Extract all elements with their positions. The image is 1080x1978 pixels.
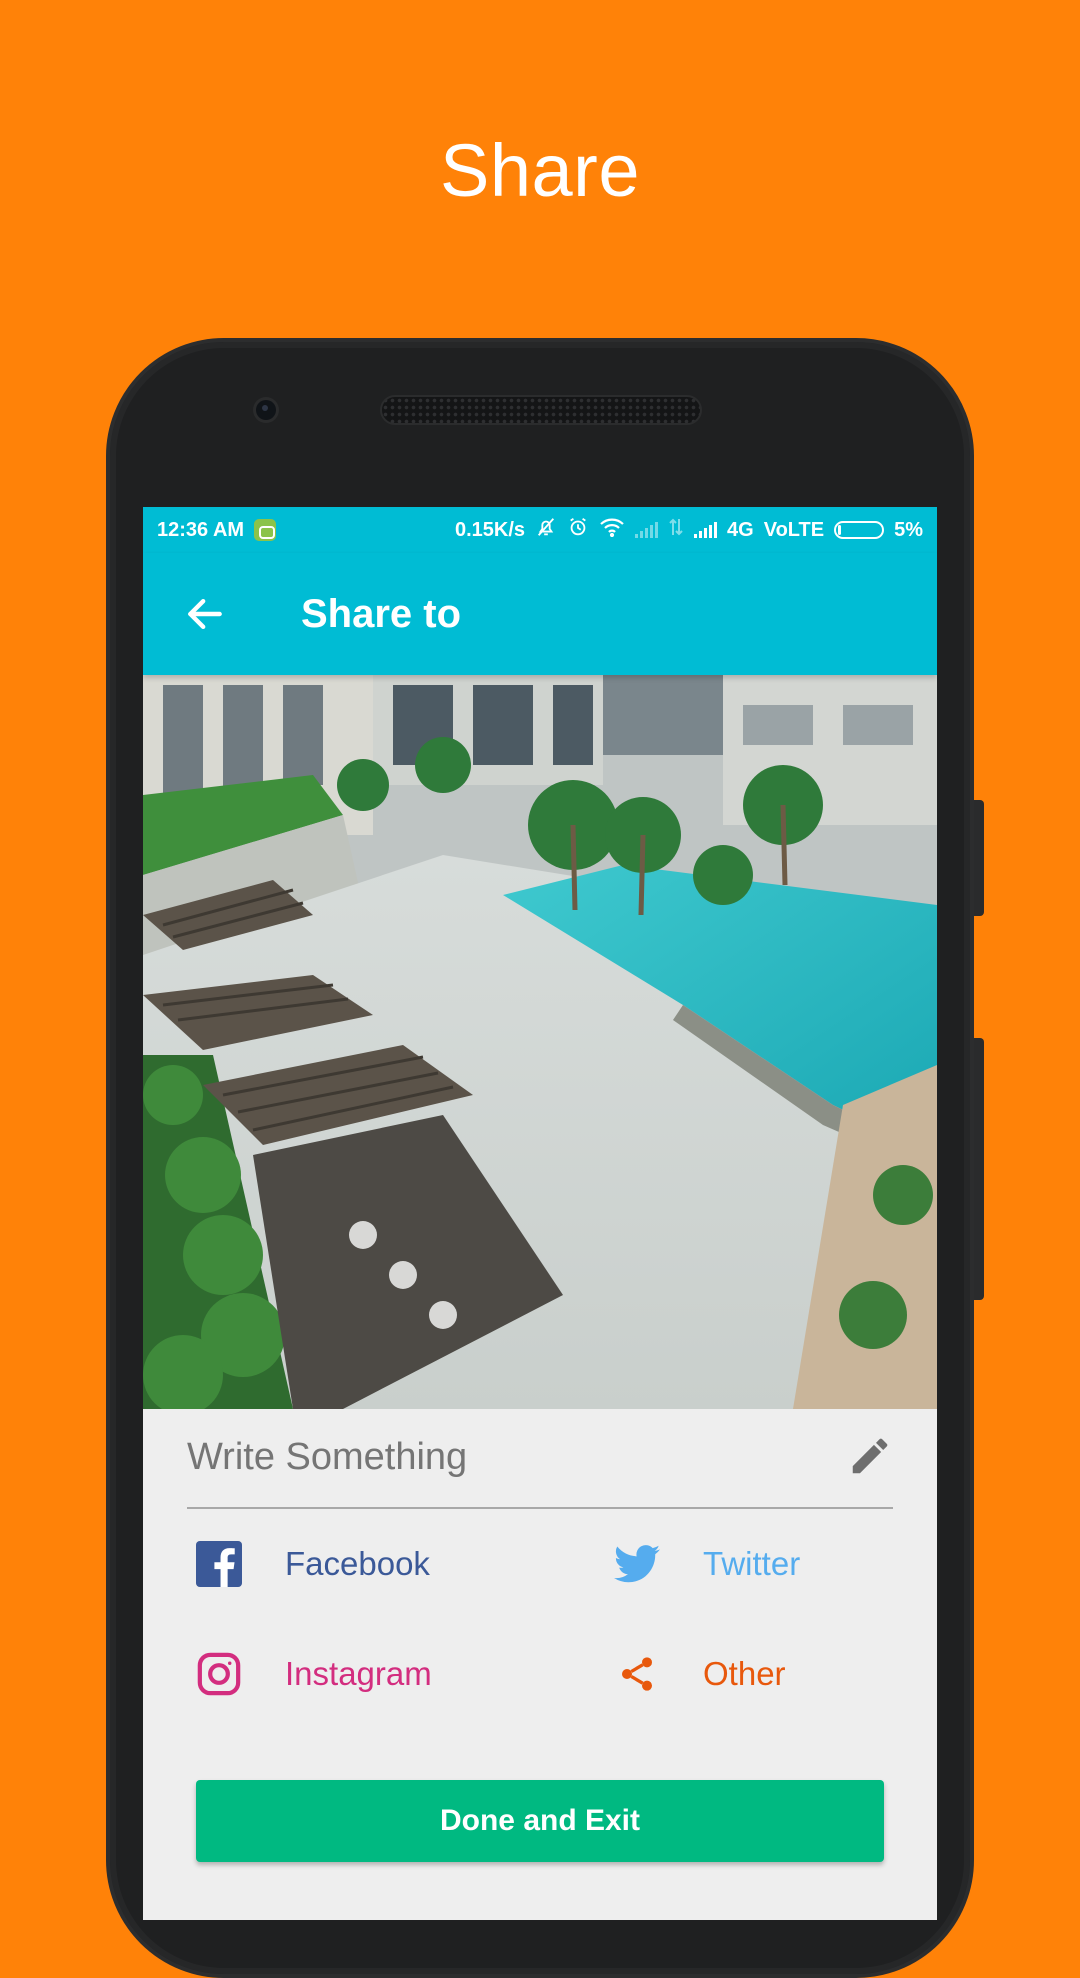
status-time: 12:36 AM <box>157 518 245 541</box>
wifi-icon <box>599 517 625 543</box>
share-option-instagram[interactable]: Instagram <box>195 1642 432 1706</box>
status-speed: 0.15K/s <box>454 518 526 541</box>
status-battery: 5% <box>894 518 923 541</box>
phone-power-button <box>974 800 984 916</box>
share-option-label: Other <box>703 1655 786 1692</box>
status-network: 4G <box>727 518 754 541</box>
caption-row <box>187 1409 893 1509</box>
share-option-facebook[interactable]: Facebook <box>195 1532 430 1596</box>
share-option-twitter[interactable]: Twitter <box>613 1532 800 1596</box>
alarm-icon <box>567 516 589 544</box>
phone-screen: 12:36 AM 0.15K/s 4G VoLTE 5% Share to Wr… <box>143 507 937 1920</box>
phone-front-camera <box>256 400 276 420</box>
bell-off-icon <box>535 516 557 544</box>
app-bar: Share to <box>143 553 937 675</box>
shared-photo <box>143 675 937 1409</box>
done-and-exit-button[interactable]: Done and Exit <box>196 1780 884 1862</box>
battery-icon <box>834 521 885 539</box>
pencil-icon[interactable] <box>847 1433 893 1479</box>
twitter-icon <box>613 1540 661 1588</box>
phone-volume-button <box>974 1038 984 1300</box>
app-bar-title: Share to <box>301 591 462 636</box>
share-icon <box>613 1650 661 1698</box>
status-volte: VoLTE <box>763 518 825 541</box>
arrow-left-icon[interactable] <box>173 582 237 646</box>
caption-input[interactable] <box>187 1427 807 1487</box>
instagram-icon <box>195 1650 243 1698</box>
page-headline: Share <box>440 129 640 212</box>
facebook-icon <box>195 1540 243 1588</box>
signal-icon-sim1 <box>635 522 659 538</box>
share-option-other[interactable]: Other <box>613 1642 786 1706</box>
signal-icon-sim2 <box>694 522 718 538</box>
status-bar: 12:36 AM 0.15K/s 4G VoLTE 5% <box>143 507 937 553</box>
data-arrows-icon <box>668 517 684 543</box>
share-option-label: Twitter <box>703 1545 801 1582</box>
share-option-label: Facebook <box>285 1545 430 1582</box>
share-option-label: Instagram <box>285 1655 432 1692</box>
phone-speaker-grille <box>380 395 702 425</box>
android-bot-icon <box>254 519 277 541</box>
